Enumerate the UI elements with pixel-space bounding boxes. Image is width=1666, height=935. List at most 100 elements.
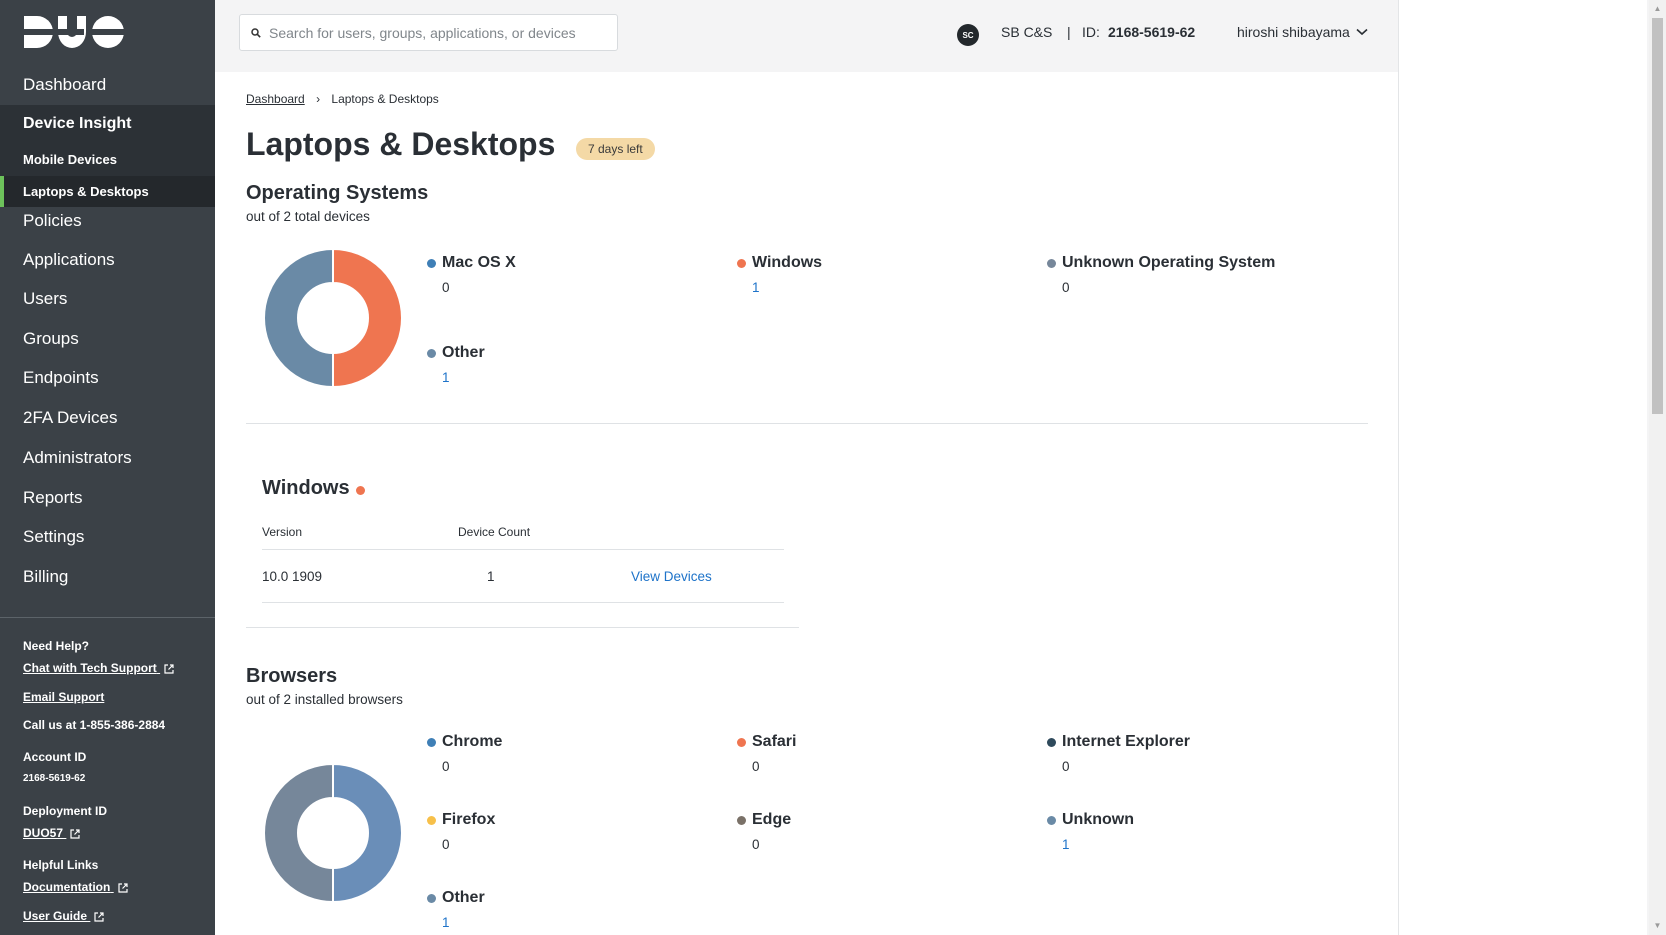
os-legend-macos: Mac OS X 0	[427, 254, 516, 295]
sidebar-item-billing[interactable]: Billing	[0, 557, 215, 597]
external-link-icon	[70, 829, 80, 839]
duo-logo[interactable]	[24, 16, 124, 48]
chevron-down-icon	[1356, 28, 1368, 36]
os-legend-unknown: Unknown Operating System 0	[1047, 254, 1275, 295]
sidebar-item-administrators[interactable]: Administrators	[0, 438, 215, 478]
legend-label: Internet Explorer	[1062, 733, 1191, 750]
view-devices-link[interactable]: View Devices	[631, 569, 712, 584]
legend-label: Firefox	[442, 811, 496, 828]
search-box[interactable]	[239, 14, 618, 51]
separator: |	[1067, 24, 1071, 40]
sidebar-group-device-insight: Device Insight Mobile Devices Laptops & …	[0, 105, 215, 207]
browser-legend-safari: Safari 0	[737, 733, 796, 774]
breadcrumb: Dashboard › Laptops & Desktops	[246, 92, 439, 106]
legend-label: Other	[442, 344, 485, 361]
legend-value-link[interactable]: 1	[442, 370, 485, 385]
sidebar-item-dashboard[interactable]: Dashboard	[0, 65, 215, 105]
account-id-value: 2168-5619-62	[23, 773, 86, 784]
scroll-down-arrow-icon[interactable]: ▼	[1652, 920, 1663, 932]
user-guide-link[interactable]: User Guide	[23, 909, 104, 923]
donut-slice-windows	[332, 249, 402, 387]
legend-value: 0	[442, 280, 450, 295]
sidebar-item-applications[interactable]: Applications	[0, 240, 215, 280]
sidebar-item-2fa-devices[interactable]: 2FA Devices	[0, 398, 215, 438]
sidebar-item-reports[interactable]: Reports	[0, 478, 215, 518]
sidebar-item-groups[interactable]: Groups	[0, 319, 215, 359]
browser-legend-other: Other 1	[427, 889, 485, 930]
column-header-device-count: Device Count	[458, 525, 531, 539]
user-name: hiroshi shibayama	[1237, 24, 1350, 40]
legend-value: 0	[442, 759, 450, 774]
legend-label: Mac OS X	[442, 254, 516, 271]
legend-value-link[interactable]: 1	[752, 280, 822, 295]
sidebar-item-mobile-devices[interactable]: Mobile Devices	[23, 152, 117, 167]
chat-support-link[interactable]: Chat with Tech Support	[23, 661, 174, 675]
breadcrumb-dashboard[interactable]: Dashboard	[246, 92, 305, 106]
browsers-section-title: Browsers	[246, 665, 338, 687]
external-link-icon	[164, 664, 174, 674]
legend-value: 0	[752, 837, 760, 852]
deployment-id-label: Deployment ID	[23, 804, 108, 818]
cell-device-count: 1	[487, 569, 495, 584]
chevron-right-icon: ›	[316, 92, 321, 106]
column-header-version: Version	[262, 525, 303, 539]
os-donut-chart	[264, 249, 402, 387]
windows-color-dot	[355, 486, 365, 495]
deployment-id-link[interactable]: DUO57	[23, 826, 80, 840]
call-us-text: Call us at 1-855-386-2884	[23, 718, 166, 732]
table-header-divider	[262, 549, 784, 550]
sidebar-item-policies[interactable]: Policies	[0, 201, 215, 241]
section-divider	[246, 627, 799, 628]
browser-legend-ie: Internet Explorer 0	[1047, 733, 1190, 774]
legend-dot	[427, 893, 436, 903]
legend-dot	[427, 737, 436, 747]
sidebar-item-endpoints[interactable]: Endpoints	[0, 358, 215, 398]
windows-title-text: Windows	[262, 477, 350, 499]
deployment-id-value: DUO57	[23, 826, 64, 840]
account-id-label: Account ID	[23, 750, 87, 764]
browsers-donut-chart	[264, 764, 402, 902]
documentation-link[interactable]: Documentation	[23, 880, 128, 894]
table-row-divider	[262, 602, 784, 603]
os-section-title: Operating Systems	[246, 182, 429, 204]
search-input[interactable]	[269, 24, 609, 41]
top-bar: SC SB C&S | ID: 2168-5619-62 hiroshi shi…	[215, 0, 1398, 72]
browser-legend-firefox: Firefox 0	[427, 811, 495, 852]
external-link-icon	[118, 883, 128, 893]
scroll-up-arrow-icon[interactable]: ▲	[1652, 3, 1663, 15]
legend-value: 0	[752, 759, 760, 774]
sidebar-item-device-insight[interactable]: Device Insight	[23, 115, 131, 133]
sidebar-item-users[interactable]: Users	[0, 279, 215, 319]
legend-value-link[interactable]: 1	[1062, 837, 1134, 852]
account-id-value-top: 2168-5619-62	[1108, 24, 1196, 40]
legend-label: Unknown	[1062, 811, 1134, 828]
donut-slice-other	[264, 764, 334, 902]
legend-label: Other	[442, 889, 485, 906]
windows-section-title: Windows	[262, 477, 365, 500]
legend-label: Chrome	[442, 733, 503, 750]
external-link-icon	[94, 912, 104, 922]
browser-legend-edge: Edge 0	[737, 811, 791, 852]
browsers-section-subtitle: out of 2 installed browsers	[246, 692, 403, 707]
cell-version: 10.0 1909	[262, 569, 323, 584]
legend-dot	[1047, 815, 1056, 825]
email-support-link[interactable]: Email Support	[23, 690, 104, 704]
legend-label: Windows	[752, 254, 823, 271]
legend-value-link[interactable]: 1	[442, 915, 485, 930]
os-section-subtitle: out of 2 total devices	[246, 209, 370, 224]
user-menu[interactable]: hiroshi shibayama	[1237, 24, 1368, 40]
trial-badge: 7 days left	[576, 138, 655, 160]
legend-value: 0	[1062, 280, 1070, 295]
scrollbar-thumb[interactable]	[1652, 18, 1663, 414]
helpful-links-heading: Helpful Links	[23, 858, 99, 872]
sidebar-divider	[0, 617, 215, 618]
sidebar-item-label: Laptops & Desktops	[23, 184, 149, 199]
account-id-label-top: ID:	[1082, 24, 1100, 40]
right-gutter	[1398, 0, 1647, 935]
documentation-label: Documentation	[23, 880, 111, 894]
chat-support-label: Chat with Tech Support	[23, 661, 157, 675]
legend-dot	[737, 815, 746, 825]
org-name: SB C&S	[1001, 24, 1053, 40]
sidebar-item-settings[interactable]: Settings	[0, 517, 215, 557]
page-title: Laptops & Desktops	[246, 126, 556, 162]
